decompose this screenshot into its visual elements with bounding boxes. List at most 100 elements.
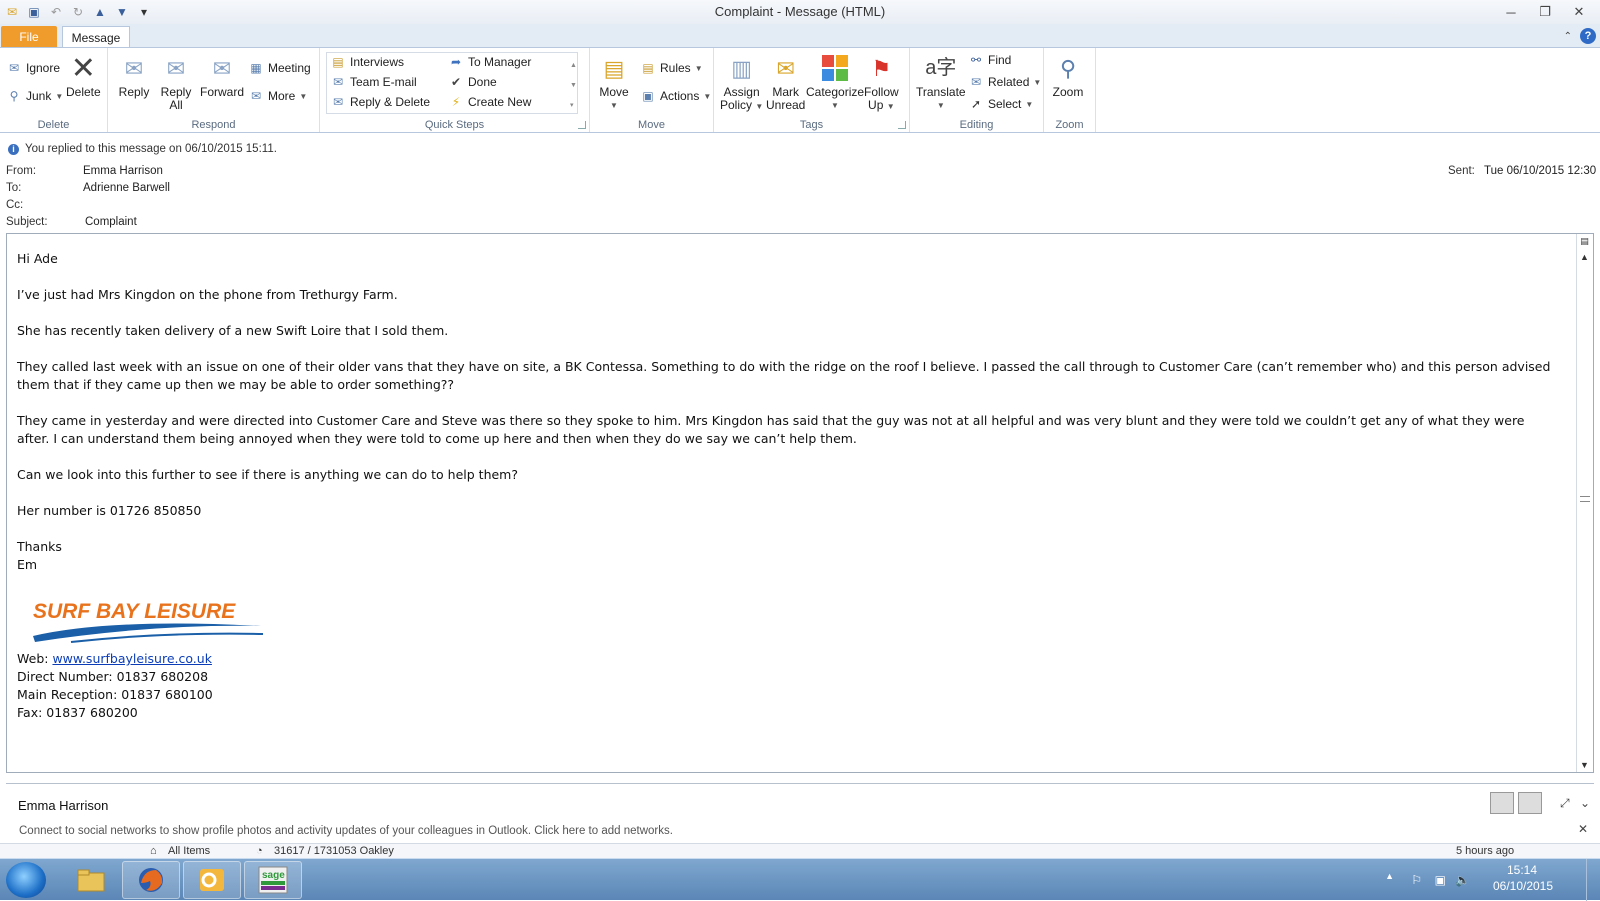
info-bar-text[interactable]: You replied to this message on 06/10/201… [25,143,277,155]
sage-taskbar-icon[interactable]: sage [244,861,302,899]
quickstep-team-email[interactable]: ✉ Team E-mail [330,74,417,90]
chevron-down-icon: ▼ [299,91,308,101]
tags-launcher[interactable] [898,121,906,129]
gallery-scroll[interactable]: ▲ ▼ ▾ [570,56,577,116]
quick-steps-group: ▤ Interviews ✉ Team E-mail ✉ Reply & Del… [320,48,590,132]
clock-date[interactable]: 06/10/2015 [1488,879,1558,893]
to-value[interactable]: Adrienne Barwell [83,182,170,194]
forward-arrow-icon: ➦ [450,55,462,69]
translate-button[interactable]: a字 Translate ▼ [916,52,966,112]
mark-unread-button[interactable]: ✉ Mark Unread [766,52,805,112]
vertical-scrollbar[interactable]: ▤ ▲ ▼ [1576,234,1593,772]
chevron-down-icon: ▼ [1025,99,1034,109]
close-icon[interactable]: ✕ [1578,822,1588,836]
quickstep-reply-delete[interactable]: ✉ Reply & Delete [330,94,430,110]
item-time: 5 hours ago [1456,845,1515,857]
rules-button[interactable]: ▤ Rules ▼ [640,60,702,76]
checkmark-icon: ✔ [450,75,462,89]
tab-file[interactable]: File [1,26,57,48]
body-paragraph: They called last week with an issue on o… [17,359,1551,392]
all-items-label[interactable]: All Items [168,845,210,857]
tray-expand-icon[interactable]: ▲ [1385,871,1394,881]
network-icon[interactable]: ▣ [1435,873,1446,887]
explorer-taskbar-icon[interactable] [62,861,120,899]
status-strip: ⌂ All Items ◔ 31617 / 1731053 Oakley 5 h… [0,843,1600,858]
website-link[interactable]: www.surfbayleisure.co.uk [52,651,212,666]
avatar[interactable] [1490,792,1514,814]
minimize-icon[interactable]: ─ [1494,2,1528,22]
window-controls: ─ ❐ ✕ [1494,2,1596,22]
reply-all-button[interactable]: ✉ Reply All [160,52,192,112]
scroll-thumb-grip[interactable] [1580,496,1590,502]
body-paragraph: Can we look into this further to see if … [17,467,518,482]
related-button[interactable]: ✉ Related ▼ [968,74,1041,90]
message-body[interactable]: Hi Ade I’ve just had Mrs Kingdon on the … [6,233,1594,773]
from-label: From: [6,165,37,177]
close-icon[interactable]: ✕ [1562,2,1596,22]
collapse-ribbon-icon[interactable]: ⌃ [1564,31,1572,42]
more-button[interactable]: ✉ More ▼ [248,88,307,104]
forward-button[interactable]: ✉ Forward [200,52,244,99]
chevron-down-icon[interactable]: ⌄ [1580,796,1590,810]
move-folder-icon: ▤ [603,55,625,81]
title-bar: ✉ ▣ ↶ ↻ ▲ ▼ ▾ Complaint - Message (HTML)… [0,0,1600,24]
zoom-button[interactable]: ⚲ Zoom [1052,52,1084,99]
forward-icon: ✉ [212,55,232,81]
people-pane-name[interactable]: Emma Harrison [18,798,108,813]
start-button[interactable] [6,862,46,898]
ignore-button[interactable]: ✉ Ignore [6,60,60,76]
message-body-text: Hi Ade I’ve just had Mrs Kingdon on the … [17,250,1557,722]
item-icon: ◔ [256,845,263,857]
delete-x-icon: ✕ [70,51,96,85]
select-button[interactable]: ➚ Select ▼ [968,96,1033,112]
show-desktop-button[interactable] [1586,859,1600,901]
tab-message[interactable]: Message [62,26,130,48]
quickstep-done[interactable]: ✔ Done [448,74,497,90]
reply-button[interactable]: ✉ Reply [118,52,150,99]
reply-icon: ✉ [124,55,144,81]
firefox-taskbar-icon[interactable] [122,861,180,899]
respond-group: ✉ Reply ✉ Reply All ✉ Forward ▦ Meeting … [108,48,320,132]
sent-value: Tue 06/10/2015 12:30 [1484,165,1597,177]
from-value[interactable]: Emma Harrison [83,165,163,177]
quick-steps-launcher[interactable] [578,121,586,129]
outlook-taskbar-icon[interactable] [183,861,241,899]
avatar[interactable] [1518,792,1542,814]
quickstep-to-manager[interactable]: ➦ To Manager [448,54,531,70]
body-paragraph: Her number is 01726 850850 [17,503,202,518]
flag-icon[interactable]: ⚐ [1411,873,1422,887]
surf-bay-leisure-logo: SURF BAY LEISURE [31,590,271,646]
policy-icon: ▥ [731,55,753,81]
junk-button[interactable]: ⚲ Junk ▼ [6,88,64,104]
quickstep-interviews[interactable]: ▤ Interviews [330,54,404,70]
junk-icon: ⚲ [9,89,19,103]
zoom-group-label: Zoom [1055,119,1084,131]
help-icon[interactable]: ? [1580,28,1596,44]
scroll-down-icon[interactable]: ▼ [1577,757,1592,772]
item-label[interactable]: 31617 / 1731053 Oakley [274,845,394,857]
scroll-options-icon[interactable]: ▤ [1577,234,1592,249]
social-network-prompt[interactable]: Connect to social networks to show profi… [19,825,673,837]
chevron-down-icon: ▼ [1033,77,1042,87]
volume-icon[interactable]: 🔈 [1455,873,1470,887]
move-group-label: Move [638,119,665,131]
envelope-icon: ✉ [776,55,795,81]
find-button[interactable]: ⚯ Find [968,52,1011,68]
follow-up-button[interactable]: ⚑ Follow Up ▼ [864,52,899,113]
assign-policy-button[interactable]: ▥ Assign Policy ▼ [720,52,763,113]
restore-icon[interactable]: ❐ [1528,2,1562,22]
cc-label: Cc: [6,199,24,211]
move-button[interactable]: ▤ Move ▼ [598,52,630,112]
scroll-up-icon[interactable]: ▲ [1577,249,1592,264]
meeting-button[interactable]: ▦ Meeting [248,60,310,76]
ribbon-tabs: File Message ⌃ ? [0,24,1600,48]
expand-icon[interactable]: ⤢ [1560,796,1570,811]
quickstep-create-new[interactable]: ⚡ Create New [448,94,532,110]
magnifier-icon: ⚲ [1059,55,1077,81]
clock-time[interactable]: 15:14 [1492,863,1552,877]
categorize-button[interactable]: Categorize ▼ [806,52,864,112]
more-icon: ✉ [250,89,262,103]
delete-button[interactable]: ✕ Delete [66,52,101,99]
actions-button[interactable]: ▣ Actions ▼ [640,88,711,104]
categorize-icon [819,52,851,84]
